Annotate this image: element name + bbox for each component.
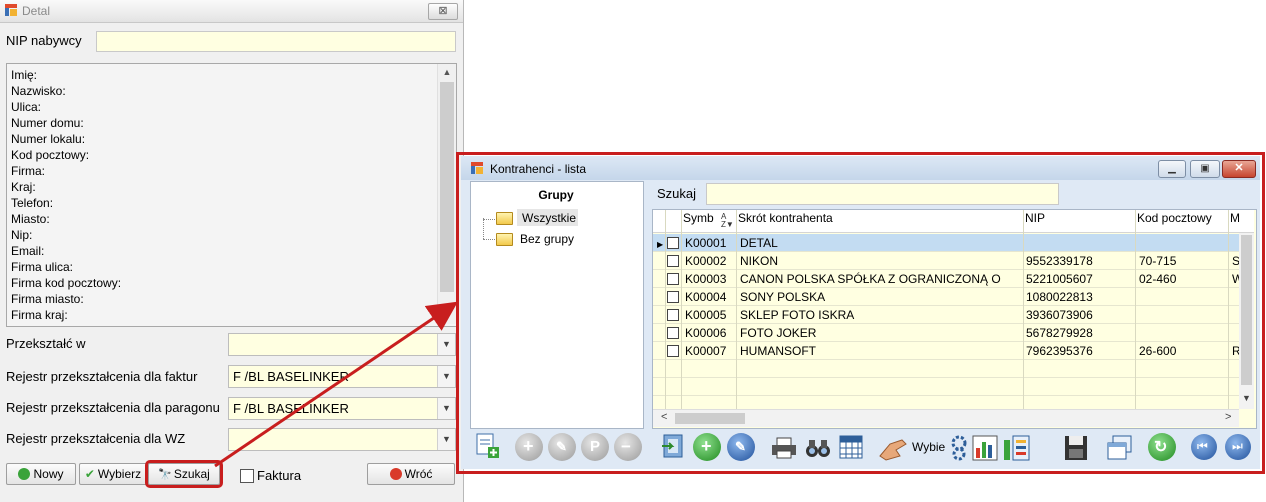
- highlight-frame: [456, 152, 1265, 474]
- annotation-arrow: [214, 301, 458, 468]
